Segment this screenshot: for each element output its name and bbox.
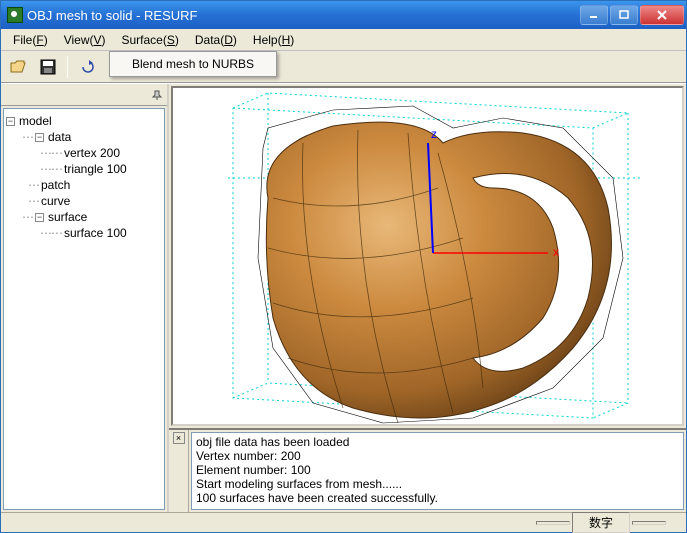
toolbar-separator — [67, 56, 68, 78]
tree-panel-header — [1, 84, 167, 106]
viewport-render: x z — [173, 88, 683, 426]
toolbar — [1, 51, 686, 83]
tree-panel: −model ⋯−data ⋯⋯vertex 200 ⋯⋯triangle 10… — [1, 84, 169, 512]
3d-viewport[interactable]: x z — [171, 86, 684, 426]
save-button[interactable] — [37, 56, 59, 78]
titlebar[interactable]: OBJ mesh to solid - RESURF — [1, 1, 686, 29]
tree-node-patch[interactable]: ⋯patch — [6, 177, 162, 193]
app-window: OBJ mesh to solid - RESURF File(F) View(… — [0, 0, 687, 533]
menu-item-blend-mesh-to-nurbs[interactable]: Blend mesh to NURBS — [112, 54, 274, 74]
folder-open-icon — [10, 59, 26, 75]
main-area: −model ⋯−data ⋯⋯vertex 200 ⋯⋯triangle 10… — [1, 83, 686, 512]
view-column: x z × obj file data has been loaded Vert… — [169, 84, 686, 512]
tree-node-triangle[interactable]: ⋯⋯triangle 100 — [6, 161, 162, 177]
surface-menu-dropdown: Blend mesh to NURBS — [109, 51, 277, 77]
log-output[interactable]: obj file data has been loaded Vertex num… — [191, 432, 684, 510]
log-line: Start modeling surfaces from mesh...... — [196, 477, 679, 491]
floppy-disk-icon — [40, 59, 56, 75]
log-line: Element number: 100 — [196, 463, 679, 477]
close-button[interactable] — [640, 5, 684, 25]
menu-file[interactable]: File(F) — [5, 31, 56, 49]
menu-view[interactable]: View(V) — [56, 31, 114, 49]
undo-icon — [79, 59, 95, 75]
minimize-button[interactable] — [580, 5, 608, 25]
tree-node-data[interactable]: ⋯−data — [6, 129, 162, 145]
x-axis-label: x — [553, 245, 559, 259]
menu-help[interactable]: Help(H) — [245, 31, 302, 49]
z-axis-label: z — [431, 127, 437, 141]
status-numlock: 数字 — [572, 512, 630, 533]
log-panel: × obj file data has been loaded Vertex n… — [169, 428, 686, 512]
log-line: 100 surfaces have been created successfu… — [196, 491, 679, 505]
app-icon — [7, 7, 23, 23]
pin-icon[interactable] — [147, 90, 167, 100]
log-line: obj file data has been loaded — [196, 435, 679, 449]
window-title: OBJ mesh to solid - RESURF — [27, 8, 580, 23]
status-cell — [632, 521, 666, 525]
status-cell — [536, 521, 570, 525]
tree-node-surface[interactable]: ⋯−surface — [6, 209, 162, 225]
maximize-button[interactable] — [610, 5, 638, 25]
log-close-button[interactable]: × — [173, 432, 185, 444]
tree-node-vertex[interactable]: ⋯⋯vertex 200 — [6, 145, 162, 161]
tree-node-model[interactable]: −model — [6, 113, 162, 129]
statusbar: 数字 — [1, 512, 686, 532]
tree-node-surface-100[interactable]: ⋯⋯surface 100 — [6, 225, 162, 241]
menu-data[interactable]: Data(D) — [187, 31, 245, 49]
menu-surface[interactable]: Surface(S) — [114, 31, 187, 49]
model-tree[interactable]: −model ⋯−data ⋯⋯vertex 200 ⋯⋯triangle 10… — [3, 108, 165, 510]
log-close-area: × — [169, 430, 189, 512]
tree-node-curve[interactable]: ⋯curve — [6, 193, 162, 209]
log-line: Vertex number: 200 — [196, 449, 679, 463]
undo-button[interactable] — [76, 56, 98, 78]
open-button[interactable] — [7, 56, 29, 78]
menubar: File(F) View(V) Surface(S) Data(D) Help(… — [1, 29, 686, 51]
